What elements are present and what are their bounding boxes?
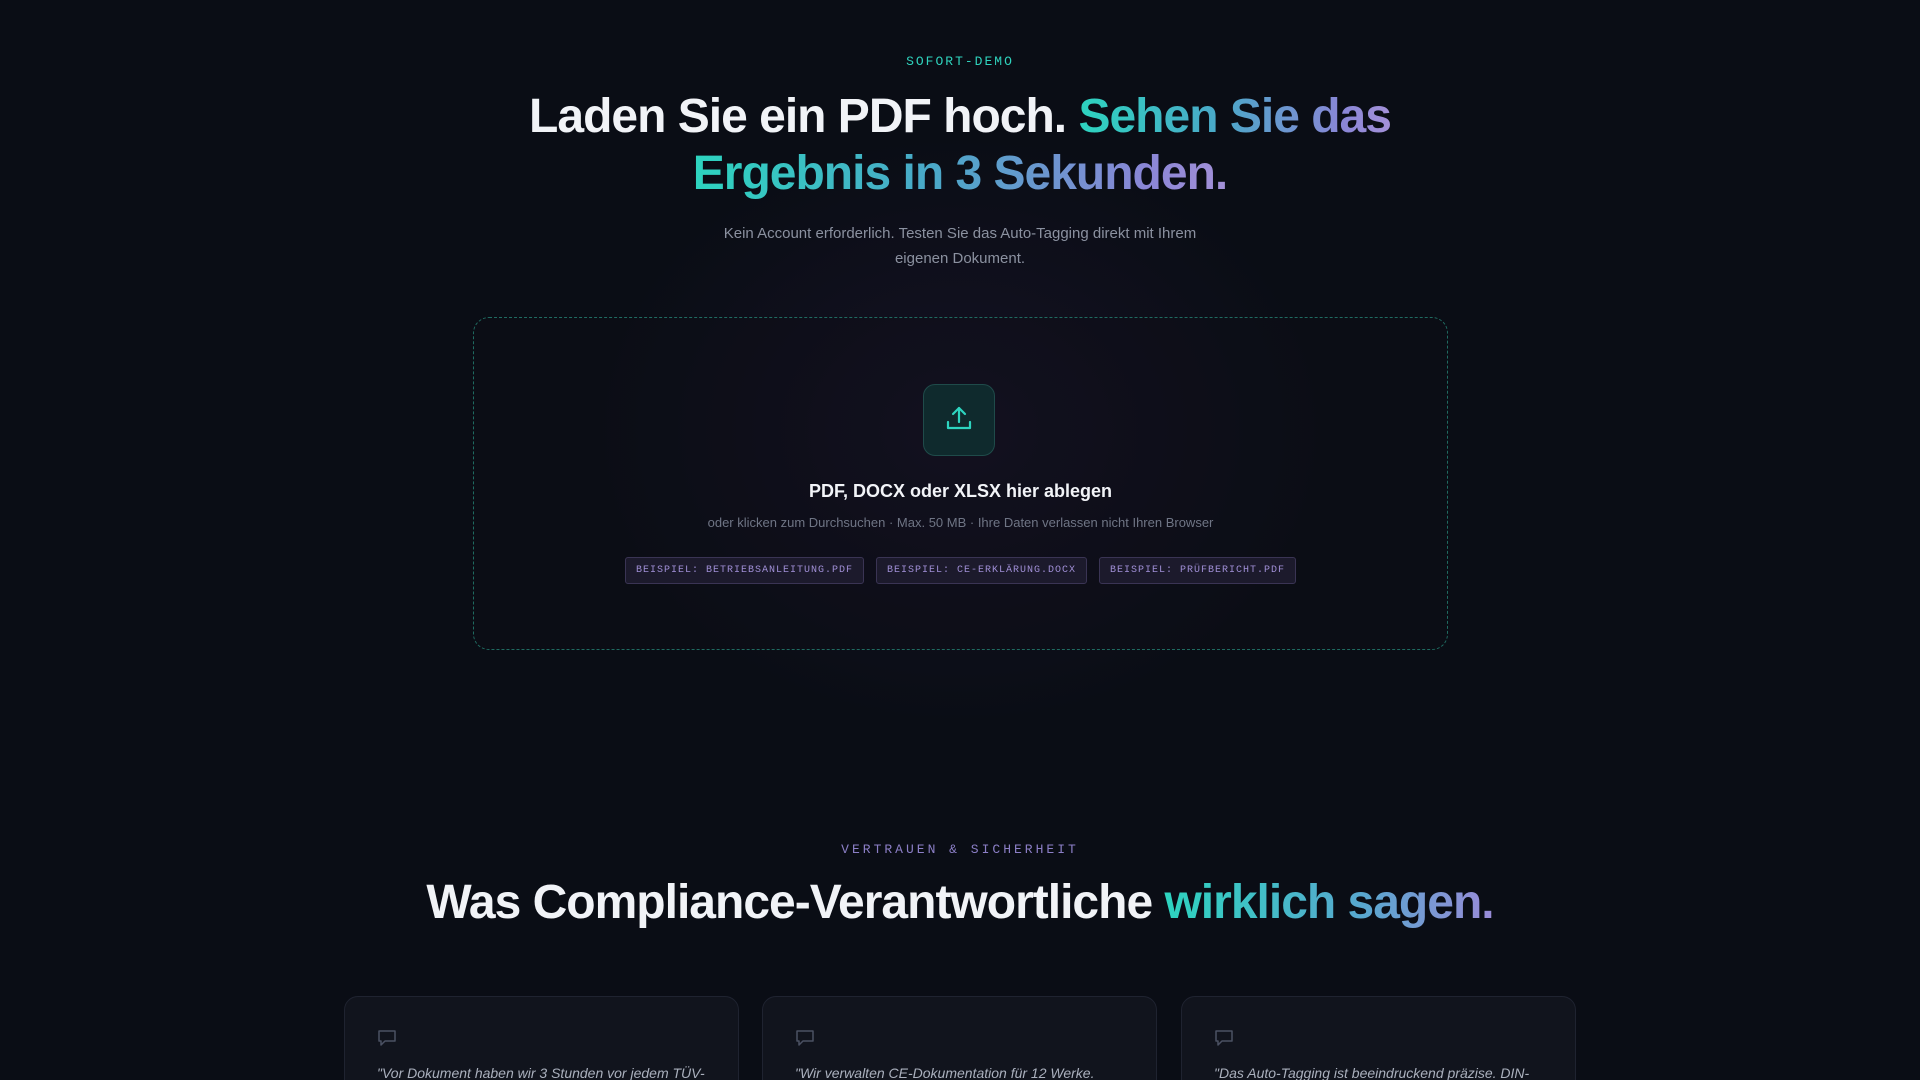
trust-title-accent: wirklich sagen. bbox=[1164, 876, 1494, 929]
hero-title-plain: Laden Sie ein PDF hoch. bbox=[529, 90, 1079, 143]
testimonial-quote: "Vor Dokument haben wir 3 Stunden vor je… bbox=[377, 1065, 705, 1080]
trust-title-plain: Was Compliance-Verantwortliche bbox=[426, 876, 1165, 929]
demo-eyebrow: SOFORT-DEMO bbox=[906, 54, 1014, 69]
testimonial-quote: "Das Auto-Tagging ist beeindruckend präz… bbox=[1214, 1065, 1530, 1080]
dropzone-title: PDF, DOCX oder XLSX hier ablegen bbox=[808, 481, 1113, 501]
hero-subtitle: Kein Account erforderlich. Testen Sie da… bbox=[723, 225, 1197, 267]
hero-title-accent-line2: Ergebnis in 3 Sekunden. bbox=[692, 147, 1228, 200]
speech-bubble-icon bbox=[377, 1029, 397, 1052]
sample-files: BEISPIEL: BETRIEBSANLEITUNG.PDF BEISPIEL… bbox=[474, 557, 1447, 584]
testimonial-quote: "Wir verwalten CE-Dokumentation für 12 W… bbox=[795, 1065, 1095, 1080]
testimonial-card: "Vor Dokument haben wir 3 Stunden vor je… bbox=[344, 996, 739, 1080]
sample-file-pruefbericht[interactable]: BEISPIEL: PRÜFBERICHT.PDF bbox=[1099, 557, 1297, 584]
sample-file-ce-erklaerung[interactable]: BEISPIEL: CE-ERKLÄRUNG.DOCX bbox=[875, 557, 1088, 584]
hero-title-accent-line1: Sehen Sie das bbox=[1078, 90, 1391, 143]
testimonial-card: "Das Auto-Tagging ist beeindruckend präz… bbox=[1181, 996, 1576, 1080]
page: SOFORT-DEMO Laden Sie ein PDF hoch. Sehe… bbox=[0, 0, 1920, 1080]
file-dropzone[interactable]: PDF, DOCX oder XLSX hier ablegen oder kl… bbox=[473, 317, 1448, 650]
hero-title: Laden Sie ein PDF hoch. Sehen Sie das Erg… bbox=[460, 88, 1460, 202]
speech-bubble-icon bbox=[1214, 1029, 1234, 1052]
testimonial-cards: "Vor Dokument haben wir 3 Stunden vor je… bbox=[344, 996, 1576, 1080]
sample-file-betriebsanleitung[interactable]: BEISPIEL: BETRIEBSANLEITUNG.PDF bbox=[624, 557, 864, 584]
trust-title: Was Compliance-Verantwortliche wirklich … bbox=[0, 874, 1920, 932]
testimonial-card: "Wir verwalten CE-Dokumentation für 12 W… bbox=[762, 996, 1157, 1080]
dropzone-hint: oder klicken zum Durchsuchen · Max. 50 M… bbox=[707, 515, 1214, 530]
upload-icon bbox=[944, 403, 974, 438]
speech-bubble-icon bbox=[795, 1029, 815, 1052]
upload-button[interactable] bbox=[923, 384, 995, 456]
trust-eyebrow: VERTRAUEN & SICHERHEIT bbox=[841, 842, 1079, 857]
